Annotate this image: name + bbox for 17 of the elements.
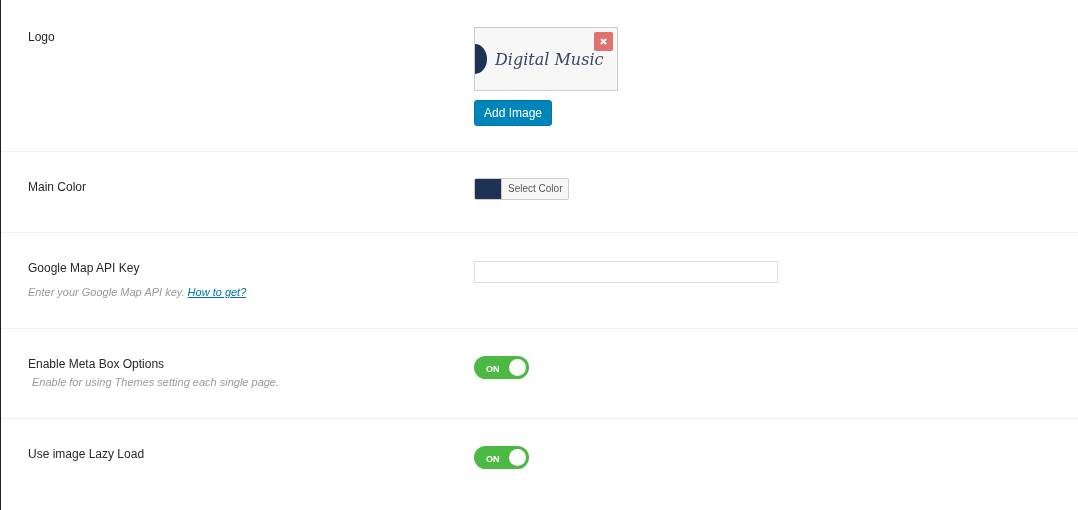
field-label: Enable Meta Box Options [28, 357, 166, 371]
api-key-field[interactable] [474, 261, 778, 283]
field-description: Enter your Google Map API key. How to get? [28, 286, 248, 298]
field-description: Enable for using Themes setting each single page. [31, 376, 281, 388]
remove-button[interactable] [594, 32, 613, 51]
select-color-label: Select Color [501, 179, 569, 199]
logo-text: Digital Music [495, 49, 604, 69]
toggle-switch[interactable]: ON [474, 356, 529, 379]
color-picker[interactable]: Select Color [474, 178, 570, 200]
field-label: Logo [28, 30, 56, 44]
help-link[interactable]: How to get? [187, 286, 247, 298]
field-label: Main Color [28, 180, 88, 194]
field-label: Use image Lazy Load [28, 447, 146, 461]
add-image-button[interactable]: Add Image [474, 100, 553, 126]
field-label: Google Map API Key [28, 261, 141, 275]
toggle-switch[interactable]: ON [474, 446, 529, 469]
close-icon [600, 38, 607, 45]
